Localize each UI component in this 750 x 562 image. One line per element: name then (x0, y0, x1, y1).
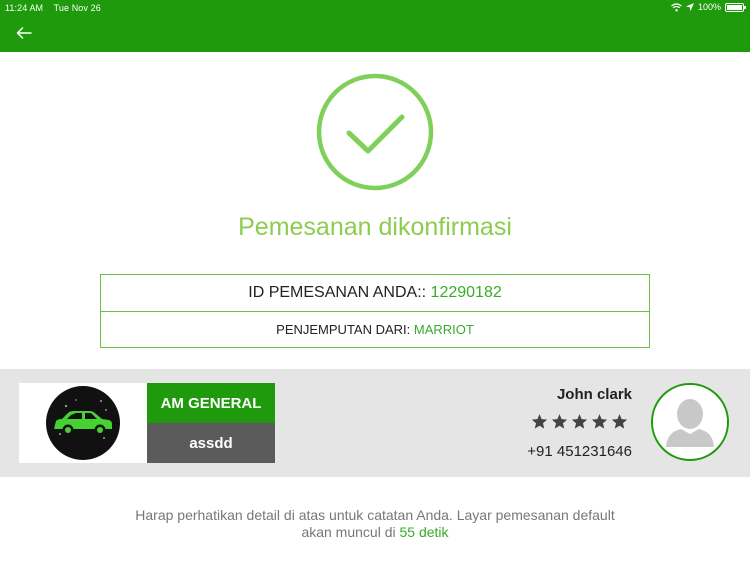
pickup-value: MARRIOT (413, 322, 474, 337)
status-time: 11:24 AM (5, 3, 44, 13)
location-arrow-icon (685, 3, 694, 11)
pickup-row: PENJEMPUTAN DARI: MARRIOT (101, 312, 649, 347)
booking-id-row: ID PEMESANAN ANDA:: 12290182 (101, 275, 649, 312)
countdown-timer: 55 detik (399, 524, 449, 540)
person-avatar-icon (651, 383, 729, 461)
driver-name: John clark (556, 386, 632, 403)
footer-note: Harap perhatikan detail di atas untuk ca… (0, 507, 750, 541)
battery-icon (725, 2, 746, 12)
star-icon (571, 414, 588, 429)
star-icon (551, 414, 568, 429)
driver-rating (531, 413, 628, 430)
booking-id-value: 12290182 (430, 284, 502, 301)
confirmation-title: Pemesanan dikonfirmasi (238, 213, 512, 241)
status-bar-right: 100% (671, 2, 746, 12)
car-card (19, 383, 147, 463)
status-date: Tue Nov 26 (53, 3, 101, 13)
booking-details-box: ID PEMESANAN ANDA:: 12290182 PENJEMPUTAN… (100, 274, 650, 348)
car-brand-label: AM GENERAL (147, 383, 275, 423)
driver-phone[interactable]: +91 451231646 (527, 443, 632, 460)
footer-note-prefix: akan muncul di (301, 524, 396, 540)
car-plate-label: assdd (147, 423, 275, 463)
booking-id-label: ID PEMESANAN ANDA:: (248, 284, 427, 301)
wifi-icon (671, 2, 682, 11)
car-logo-icon (46, 386, 120, 460)
back-arrow-icon (16, 27, 32, 39)
star-icon (591, 414, 608, 429)
footer-note-line1: Harap perhatikan detail di atas untuk ca… (135, 507, 615, 523)
battery-percent: 100% (697, 2, 721, 12)
star-icon (611, 414, 628, 429)
app-header: 11:24 AM Tue Nov 26 100% (0, 0, 750, 52)
back-button[interactable] (14, 24, 34, 42)
star-icon (531, 414, 548, 429)
pickup-label: PENJEMPUTAN DARI: (276, 322, 411, 337)
driver-panel: AM GENERAL assdd John clark +91 45123164… (0, 369, 750, 477)
status-bar-left: 11:24 AM Tue Nov 26 (5, 3, 109, 13)
check-circle-icon (316, 73, 434, 191)
footer-note-line2: akan muncul di 55 detik (0, 524, 750, 541)
